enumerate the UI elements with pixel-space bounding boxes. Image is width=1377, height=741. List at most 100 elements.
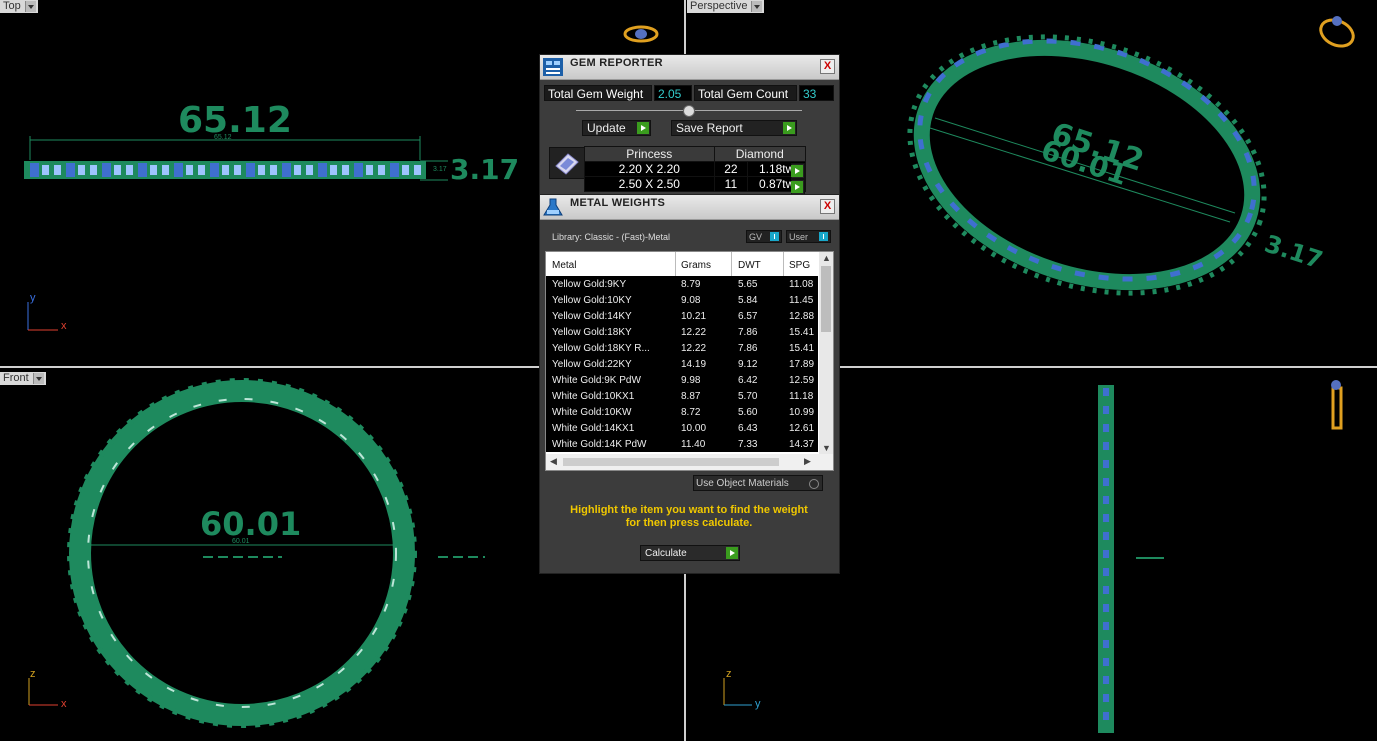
metal-cell-dwt: 7.33 — [738, 439, 758, 450]
metal-row[interactable]: White Gold:10KW 8.72 5.60 10.99 — [546, 404, 818, 420]
metal-cell-metal: Yellow Gold:22KY — [552, 359, 632, 370]
user-toggle[interactable]: User — [786, 230, 831, 243]
gem-count: 22 — [713, 161, 749, 177]
play-icon — [791, 181, 803, 193]
scroll-right-icon[interactable]: ▶ — [804, 456, 811, 467]
metal-cell-dwt: 5.65 — [738, 279, 758, 290]
metal-weights-rows: Yellow Gold:9KY 8.79 5.65 11.08 Yellow Gold:… — [546, 276, 818, 452]
gem-stone — [246, 163, 255, 177]
metal-row[interactable]: Yellow Gold:18KY R... 12.22 7.86 15.41 — [546, 340, 818, 356]
metal-row[interactable]: White Gold:10KX1 8.87 5.70 11.18 — [546, 388, 818, 404]
top-view-cube-icon[interactable] — [623, 25, 659, 43]
use-object-materials-label: Use Object Materials — [696, 478, 789, 489]
column-header-metal[interactable]: Metal — [552, 260, 576, 271]
metal-cell-spg: 17.89 — [789, 359, 815, 370]
metal-cell-metal: White Gold:9K PdW — [552, 375, 641, 386]
column-header-dwt[interactable]: DWT — [738, 260, 761, 271]
metal-row[interactable]: Yellow Gold:14KY 10.21 6.57 12.88 — [546, 308, 818, 324]
gem-stone — [114, 165, 121, 175]
viewport-label-perspective[interactable]: Perspective — [687, 0, 765, 13]
gem-stone — [198, 165, 205, 175]
gem-reporter-titlebar[interactable]: GEM REPORTER X — [540, 55, 839, 80]
scroll-left-icon[interactable]: ◀ — [550, 456, 557, 467]
scroll-up-icon[interactable]: ▲ — [822, 253, 831, 263]
metal-cell-dwt: 5.84 — [738, 295, 758, 306]
gem-row-select-button[interactable] — [791, 163, 805, 179]
perspective-view-cube-icon[interactable] — [1317, 15, 1358, 51]
chevron-down-icon[interactable] — [32, 373, 44, 384]
column-header-spg[interactable]: SPG — [789, 260, 810, 271]
metal-cell-dwt: 7.86 — [738, 327, 758, 338]
metal-row[interactable]: White Gold:9K PdW 9.98 6.42 12.59 — [546, 372, 818, 388]
column-header-grams[interactable]: Grams — [681, 260, 711, 271]
chevron-down-icon[interactable] — [751, 1, 763, 12]
metal-cell-grams: 8.72 — [681, 407, 701, 418]
metal-row[interactable]: Yellow Gold:9KY 8.79 5.65 11.08 — [546, 276, 818, 292]
top-axis-x-label: x — [61, 320, 67, 332]
metal-weights-titlebar[interactable]: METAL WEIGHTS X — [540, 195, 839, 220]
metal-row[interactable]: White Gold:14KX1 10.00 6.43 12.61 — [546, 420, 818, 436]
front-axis-gizmo — [28, 678, 58, 706]
gem-stone — [282, 163, 291, 177]
metal-cell-spg: 10.99 — [789, 407, 815, 418]
top-dimension-height-small: 3.17 — [433, 166, 447, 173]
metal-cell-spg: 11.08 — [789, 279, 814, 290]
viewport-label-top[interactable]: Top — [0, 0, 38, 13]
use-object-materials-toggle[interactable]: Use Object Materials — [693, 475, 823, 491]
gv-toggle[interactable]: GV — [746, 230, 782, 243]
metal-cell-grams: 10.00 — [681, 423, 707, 434]
metal-flask-icon — [543, 198, 563, 216]
top-axis-gizmo — [27, 302, 58, 331]
horizontal-scrollbar[interactable]: ◀ ▶ — [546, 454, 833, 470]
close-icon[interactable]: X — [820, 199, 835, 214]
top-dimension-length: 65.12 — [178, 100, 292, 141]
scroll-down-icon[interactable]: ▼ — [822, 443, 831, 453]
gem-table-row[interactable]: 2.50 X 2.50 11 0.87tw — [584, 176, 806, 192]
top-dimension-length-small: 65.12 — [214, 134, 232, 141]
metal-row[interactable]: Yellow Gold:10KY 9.08 5.84 11.45 — [546, 292, 818, 308]
metal-cell-grams: 8.87 — [681, 391, 701, 402]
viewport-label-front[interactable]: Front — [0, 372, 46, 385]
total-gem-count-label: Total Gem Count — [694, 85, 797, 101]
gem-stone — [414, 165, 421, 175]
right-axis-z-label: z — [726, 668, 732, 680]
calculate-button-label: Calculate — [645, 548, 687, 559]
gem-stone — [402, 165, 409, 175]
play-icon — [783, 122, 795, 134]
gem-stone — [30, 163, 39, 177]
gem-table: Princess Diamond 2.20 X 2.20 22 1.18tw 2… — [584, 146, 807, 192]
gem-row-select-button[interactable] — [791, 179, 805, 195]
total-gem-count-value: 33 — [799, 85, 834, 101]
metal-cell-grams: 8.79 — [681, 279, 701, 290]
metal-cell-dwt: 6.43 — [738, 423, 758, 434]
gem-table-row[interactable]: 2.20 X 2.20 22 1.18tw — [584, 161, 806, 177]
scrollbar-thumb[interactable] — [821, 266, 831, 332]
scrollbar-thumb[interactable] — [563, 458, 779, 466]
close-icon[interactable]: X — [820, 59, 835, 74]
update-button-label: Update — [587, 121, 626, 135]
calculate-button[interactable]: Calculate — [640, 545, 740, 561]
gem-stone — [390, 163, 399, 177]
vertical-scrollbar[interactable]: ▲ ▼ — [819, 252, 833, 454]
metal-row[interactable]: Yellow Gold:22KY 14.19 9.12 17.89 — [546, 356, 818, 372]
gem-stone — [186, 165, 193, 175]
gem-stone — [258, 165, 265, 175]
update-button[interactable]: Update — [582, 120, 651, 136]
save-report-button[interactable]: Save Report — [671, 120, 797, 136]
metal-row[interactable]: White Gold:14K PdW 11.40 7.33 14.37 — [546, 436, 818, 452]
gem-count: 11 — [713, 176, 749, 192]
gem-reporter-slider-thumb[interactable] — [683, 105, 695, 117]
gem-table-header-material: Diamond — [713, 146, 807, 162]
chevron-down-icon[interactable] — [24, 1, 36, 12]
gem-stone — [42, 165, 49, 175]
metal-row[interactable]: Yellow Gold:18KY 12.22 7.86 15.41 — [546, 324, 818, 340]
library-label: Library: Classic - (Fast)-Metal — [552, 232, 671, 242]
gem-reporter-title: GEM REPORTER — [570, 57, 663, 69]
right-view-cube-icon[interactable] — [1331, 380, 1343, 430]
metal-cell-grams: 9.98 — [681, 375, 701, 386]
metal-cell-spg: 11.18 — [789, 391, 814, 402]
right-axis-y-label: y — [755, 698, 761, 710]
play-icon — [726, 547, 738, 559]
gem-reporter-panel: GEM REPORTER X Total Gem Weight 2.05 Tot… — [539, 54, 840, 197]
metal-cell-dwt: 7.86 — [738, 343, 758, 354]
